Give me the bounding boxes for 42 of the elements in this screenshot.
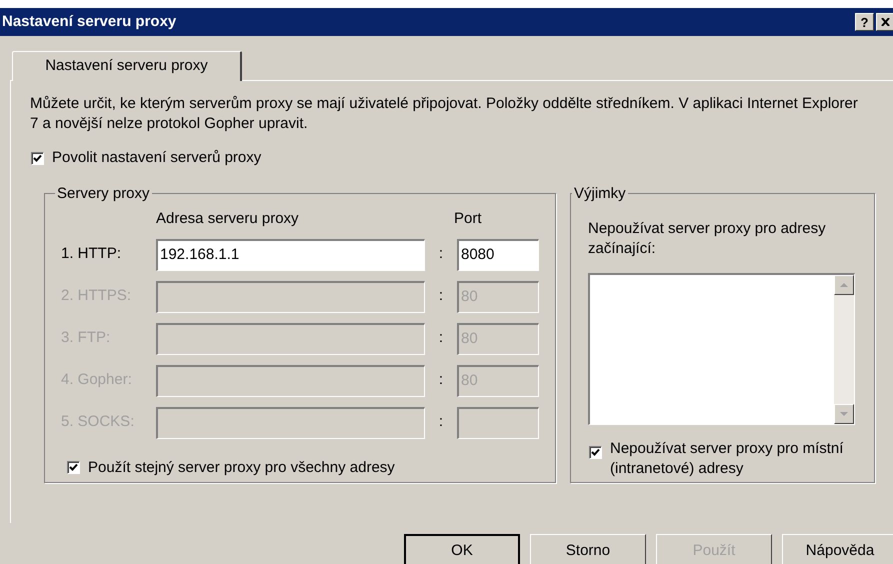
checkbox[interactable] <box>589 446 602 459</box>
check-icon <box>69 463 78 472</box>
check-icon <box>33 154 42 163</box>
dialog-button[interactable]: Nápověda <box>782 534 893 564</box>
scroll-down-button[interactable] <box>834 404 854 424</box>
text-field[interactable] <box>156 364 425 396</box>
close-icon <box>881 18 890 26</box>
column-header: Adresa serveru proxy <box>156 209 300 229</box>
help-button[interactable]: ? <box>855 13 874 31</box>
checkbox-label: Použít stejný server proxy pro všechny adresy <box>88 458 395 478</box>
up-arrow-icon <box>840 283 848 287</box>
checkbox[interactable] <box>31 152 44 165</box>
close-button[interactable] <box>876 13 893 31</box>
description-text: Můžete určit, ke kterým serverům proxy se mají uživatelé připojovat. Položky oddělte středníkem. V aplikaci Internet Explorer 7 a novější nelze protokol Gopher upravit. <box>30 94 859 134</box>
down-arrow-icon <box>840 412 848 416</box>
text-field[interactable]: 192.168.1.1 <box>156 238 425 270</box>
scroll-up-button[interactable] <box>834 275 854 295</box>
separator: : <box>438 328 444 348</box>
separator: : <box>438 412 444 432</box>
separator: : <box>438 244 444 264</box>
column-header: Port <box>454 209 482 229</box>
field-label: 1. HTTP: <box>61 244 122 264</box>
window-title: Nastavení serveru proxy <box>2 12 178 32</box>
exceptions-field[interactable] <box>588 273 855 425</box>
separator: : <box>438 286 444 306</box>
dialog-button[interactable]: Storno <box>530 534 646 564</box>
text-field[interactable] <box>156 280 425 312</box>
text-field[interactable] <box>156 406 425 438</box>
check-icon <box>591 448 600 457</box>
exceptions-prompt: Nepoužívat server proxy pro adresy začínající: <box>588 219 827 259</box>
checkbox[interactable] <box>67 461 80 474</box>
scrollbar[interactable] <box>834 275 854 424</box>
text-field[interactable] <box>457 406 539 438</box>
text-field[interactable]: 8080 <box>457 238 539 270</box>
separator: : <box>438 370 444 390</box>
tab[interactable]: Nastavení serveru proxy <box>12 51 242 81</box>
group-title: Servery proxy <box>56 184 151 204</box>
dialog-button[interactable]: OK <box>404 534 520 564</box>
group-title: Výjimky <box>573 184 627 204</box>
checkbox-label: Nepoužívat server proxy pro místní (intranetové) adresy <box>610 439 844 479</box>
checkbox-label: Povolit nastavení serverů proxy <box>52 148 262 168</box>
text-field[interactable] <box>156 322 425 354</box>
